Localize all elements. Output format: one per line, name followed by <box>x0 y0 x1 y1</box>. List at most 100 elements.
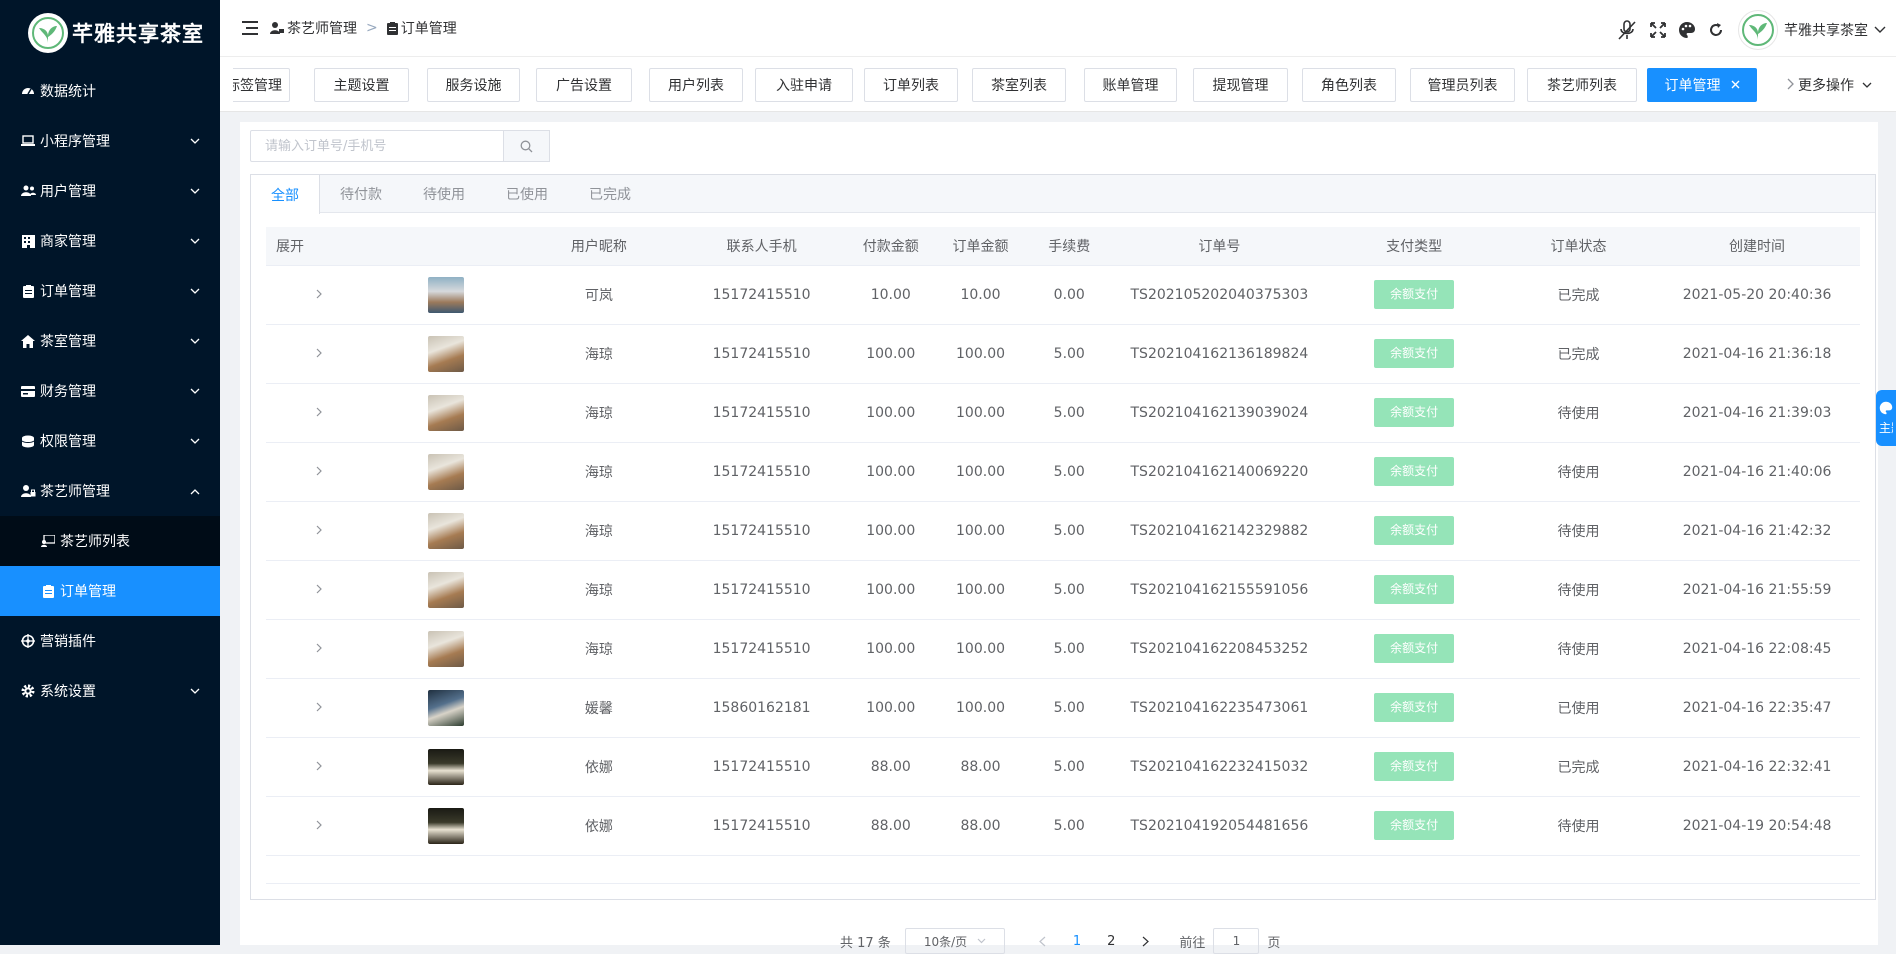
user-avatar-thumbnail[interactable] <box>427 512 464 549</box>
tag-item[interactable]: 标签管理 <box>233 68 290 102</box>
expand-cell[interactable] <box>266 619 371 679</box>
expand-cell[interactable] <box>266 737 371 797</box>
menu-toggle-icon[interactable] <box>242 21 258 35</box>
chevron-right-icon[interactable] <box>316 464 322 480</box>
user-avatar-thumbnail[interactable] <box>427 748 464 785</box>
cell-phone: 15172415510 <box>677 501 846 561</box>
cell-paid: 100.00 <box>845 501 936 561</box>
tag-label: 茶室列表 <box>991 78 1047 94</box>
page-2[interactable]: 2 <box>1107 934 1115 949</box>
breadcrumb-parent[interactable]: 茶艺师管理 <box>287 18 357 38</box>
order-tab[interactable]: 待付款 <box>320 175 403 213</box>
cell-nickname: 媛馨 <box>520 678 678 738</box>
expand-cell[interactable] <box>266 560 371 620</box>
cell-created: 2021-04-19 20:54:48 <box>1654 796 1860 856</box>
cell-status: 待使用 <box>1502 619 1655 679</box>
sidebar-item[interactable]: 茶艺师列表 <box>0 516 220 566</box>
order-tab[interactable]: 已使用 <box>486 175 569 213</box>
more-operations-dropdown[interactable]: 更多操作 <box>1798 75 1872 95</box>
sidebar-item[interactable]: 权限管理 <box>0 416 220 466</box>
tag-item[interactable]: 广告设置 <box>536 68 632 102</box>
tag-item[interactable]: 角色列表 <box>1302 68 1396 102</box>
search-input[interactable] <box>250 130 504 162</box>
sidebar-item[interactable]: 订单管理 <box>0 266 220 316</box>
user-avatar-thumbnail[interactable] <box>427 689 464 726</box>
order-tab[interactable]: 已完成 <box>569 175 652 213</box>
chevron-right-icon[interactable] <box>316 759 322 775</box>
tag-item[interactable]: 服务设施 <box>427 68 520 102</box>
cell-pay-type: 余额支付 <box>1325 324 1503 384</box>
chevron-right-icon[interactable] <box>316 523 322 539</box>
user-avatar-thumbnail[interactable] <box>427 276 464 313</box>
tag-item[interactable]: 管理员列表 <box>1410 68 1515 102</box>
cell-paid: 88.00 <box>845 796 936 856</box>
sidebar-item[interactable]: 小程序管理 <box>0 116 220 166</box>
goto-page-input[interactable]: 1 <box>1213 928 1260 954</box>
chevron-right-icon[interactable] <box>316 700 322 716</box>
tag-item[interactable]: 茶艺师列表 <box>1527 68 1637 102</box>
sidebar-item[interactable]: 系统设置 <box>0 666 220 716</box>
expand-cell[interactable] <box>266 383 371 443</box>
order-tab[interactable]: 全部 <box>251 175 320 214</box>
tag-item[interactable]: 用户列表 <box>649 68 743 102</box>
chevron-down-icon <box>190 133 200 149</box>
expand-cell[interactable] <box>266 501 371 561</box>
sidebar-item-label: 订单管理 <box>40 284 96 300</box>
user-avatar-thumbnail[interactable] <box>427 571 464 608</box>
chevron-down-icon[interactable] <box>1874 26 1886 34</box>
avatar-cell <box>371 619 521 679</box>
user-name[interactable]: 芊雅共享茶室 <box>1784 20 1868 40</box>
expand-cell[interactable] <box>266 324 371 384</box>
expand-cell[interactable] <box>266 265 371 325</box>
tag-item[interactable]: 主题设置 <box>314 68 409 102</box>
tag-item[interactable]: 账单管理 <box>1084 68 1177 102</box>
user-avatar-thumbnail[interactable] <box>427 630 464 667</box>
user-avatar-thumbnail[interactable] <box>427 453 464 490</box>
page-1[interactable]: 1 <box>1073 934 1081 949</box>
tag-item[interactable]: 订单管理 <box>1647 68 1757 102</box>
chevron-right-icon[interactable] <box>316 346 322 362</box>
chevron-right-icon[interactable] <box>316 818 322 834</box>
mute-icon[interactable] <box>1616 19 1638 41</box>
tag-item[interactable]: 茶室列表 <box>972 68 1066 102</box>
order-card: 全部 待付款 待使用 已使用 已完成 展开 用户昵称 联系人手机 付款金额 订单金额 手续费 订单号… <box>250 174 1876 900</box>
tag-item[interactable]: 入驻申请 <box>755 68 853 102</box>
cell-amount: 88.00 <box>935 737 1026 797</box>
refresh-icon[interactable] <box>1708 22 1724 38</box>
sidebar-item[interactable]: 数据统计 <box>0 66 220 116</box>
chevron-down-icon <box>977 938 986 944</box>
chevron-right-icon[interactable] <box>316 641 322 657</box>
search-button[interactable] <box>504 130 550 162</box>
tag-item[interactable]: 订单列表 <box>864 68 958 102</box>
fullscreen-icon[interactable] <box>1650 22 1666 38</box>
palette-icon[interactable] <box>1678 21 1696 39</box>
cell-amount: 100.00 <box>935 442 1026 502</box>
sidebar-item[interactable]: 营销插件 <box>0 616 220 666</box>
user-avatar[interactable] <box>1738 10 1778 50</box>
close-icon[interactable] <box>1731 77 1740 93</box>
cell-order-no: TS202104162139039024 <box>1113 383 1326 443</box>
user-avatar-thumbnail[interactable] <box>427 335 464 372</box>
order-tab[interactable]: 待使用 <box>403 175 486 213</box>
cell-status: 已完成 <box>1502 265 1655 325</box>
expand-cell[interactable] <box>266 678 371 738</box>
tags-scroll-right-icon[interactable] <box>1787 78 1794 90</box>
expand-cell[interactable] <box>266 796 371 856</box>
theme-side-tab[interactable]: 主题 <box>1876 390 1896 446</box>
sidebar-item[interactable]: 用户管理 <box>0 166 220 216</box>
chevron-right-icon[interactable] <box>316 582 322 598</box>
table-row: 依娜 15172415510 88.00 88.00 5.00 TS20210419205… <box>266 796 1860 856</box>
header-actions: 芊雅共享茶室 <box>1610 10 1886 50</box>
tag-item[interactable]: 提现管理 <box>1193 68 1288 102</box>
user-avatar-thumbnail[interactable] <box>427 807 464 844</box>
sidebar-item[interactable]: 订单管理 <box>0 566 220 616</box>
page-size-select[interactable]: 10条/页 <box>904 928 1005 954</box>
expand-cell[interactable] <box>266 442 371 502</box>
user-avatar-thumbnail[interactable] <box>427 394 464 431</box>
sidebar-item[interactable]: 茶室管理 <box>0 316 220 366</box>
sidebar-item[interactable]: 茶艺师管理 <box>0 466 220 516</box>
sidebar-item[interactable]: 财务管理 <box>0 366 220 416</box>
sidebar-item[interactable]: 商家管理 <box>0 216 220 266</box>
chevron-right-icon[interactable] <box>316 287 322 303</box>
chevron-right-icon[interactable] <box>316 405 322 421</box>
